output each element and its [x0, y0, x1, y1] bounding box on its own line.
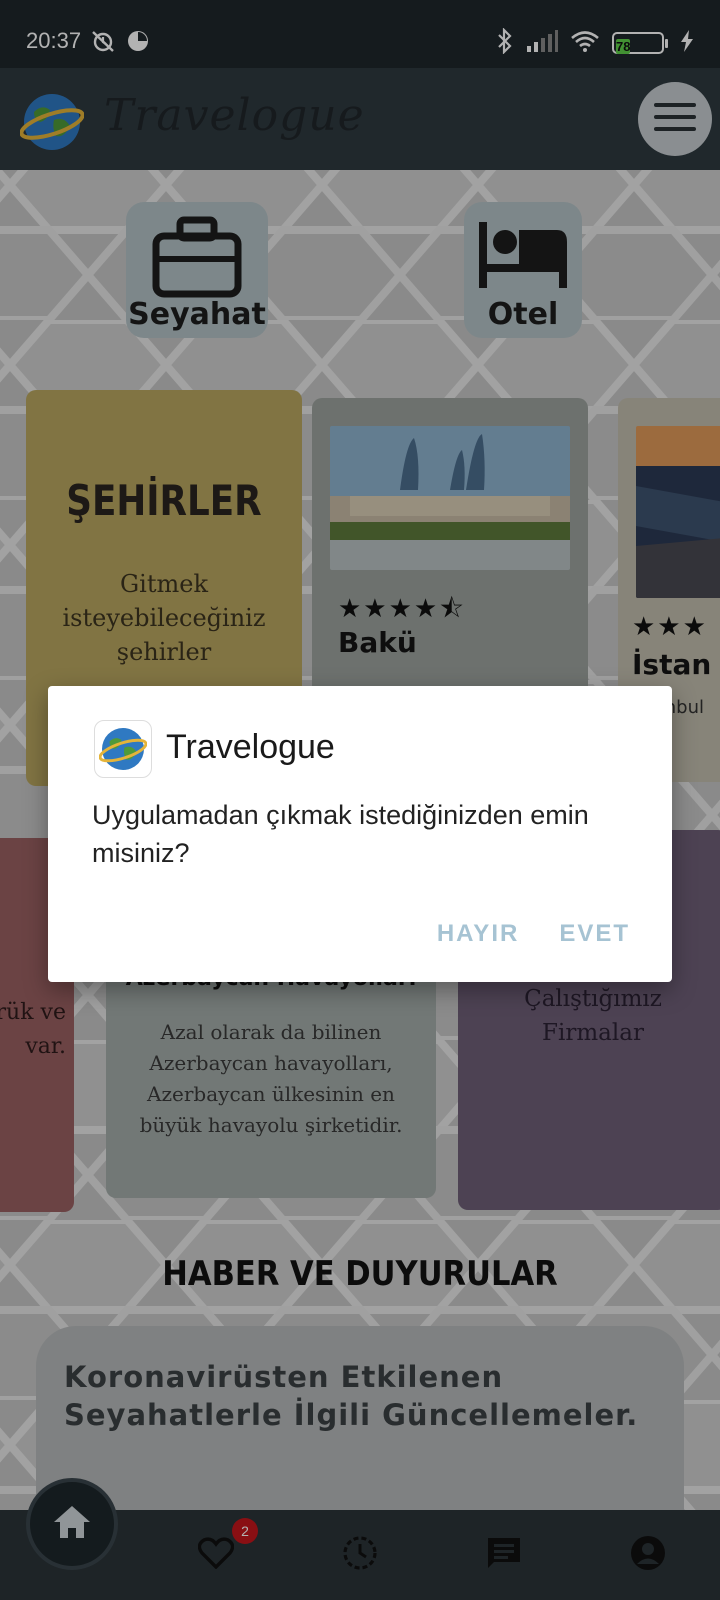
- dialog-no-button[interactable]: HAYIR: [437, 920, 519, 948]
- dialog-yes-button[interactable]: EVET: [559, 920, 630, 948]
- app-icon: [94, 720, 152, 778]
- dialog-message: Uygulamadan çıkmak istediğinizden emin m…: [92, 800, 589, 868]
- exit-dialog: Travelogue Uygulamadan çıkmak istediğini…: [48, 686, 672, 982]
- dialog-title: Travelogue: [166, 728, 335, 766]
